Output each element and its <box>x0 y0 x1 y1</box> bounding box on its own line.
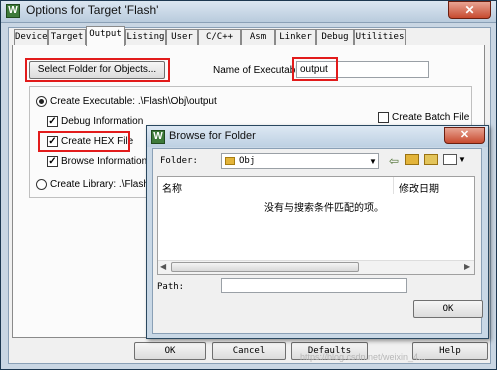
browse-ok-button[interactable]: OK <box>413 300 483 318</box>
scroll-left-icon[interactable]: ◀ <box>160 262 166 271</box>
create-library-radio[interactable] <box>36 179 47 190</box>
highlight-select-folder <box>25 58 170 82</box>
tab-listing[interactable]: Listing <box>125 29 166 45</box>
highlight-create-hex <box>38 131 130 152</box>
browse-info-label: Browse Information <box>61 156 148 167</box>
browse-info-checkbox[interactable]: ✓ <box>47 156 58 167</box>
tab-target[interactable]: Target <box>48 29 86 45</box>
scroll-right-icon[interactable]: ▶ <box>464 262 470 271</box>
tab-asm[interactable]: Asm <box>241 29 275 45</box>
view-menu-icon[interactable] <box>443 154 457 165</box>
path-label: Path: <box>157 282 185 292</box>
folder-icon <box>225 157 235 165</box>
folder-label: Folder: <box>160 156 198 166</box>
chevron-down-icon[interactable]: ▼ <box>369 157 377 166</box>
app-icon: W <box>6 4 20 18</box>
tab-c-cpp[interactable]: C/C++ <box>198 29 241 45</box>
ok-button[interactable]: OK <box>134 342 206 360</box>
create-executable-label: Create Executable: .\Flash\Obj\output <box>50 96 217 107</box>
tab-linker[interactable]: Linker <box>275 29 316 45</box>
tab-user[interactable]: User <box>166 29 198 45</box>
path-input[interactable] <box>221 278 407 293</box>
create-executable-radio[interactable] <box>36 96 47 107</box>
browse-close-button[interactable]: ✕ <box>444 127 485 144</box>
tab-debug[interactable]: Debug <box>316 29 354 45</box>
watermark: https://blog.csdn.net/weixin_4... <box>300 352 426 362</box>
create-batch-checkbox[interactable] <box>378 112 389 123</box>
tab-output[interactable]: Output <box>86 26 125 46</box>
column-divider <box>393 177 394 194</box>
tab-utilities[interactable]: Utilities <box>354 29 406 45</box>
browse-app-icon: W <box>151 130 165 144</box>
up-folder-icon[interactable] <box>405 154 419 165</box>
cancel-button[interactable]: Cancel <box>212 342 286 360</box>
browse-title: Browse for Folder <box>169 130 256 142</box>
debug-info-label: Debug Information <box>61 116 144 127</box>
new-folder-icon[interactable] <box>424 154 438 165</box>
close-button[interactable]: ✕ <box>448 1 491 19</box>
highlight-executable-name <box>292 57 338 81</box>
folder-value: Obj <box>239 156 256 166</box>
column-modified[interactable]: 修改日期 <box>399 180 439 195</box>
empty-message: 没有与搜索条件匹配的项。 <box>264 203 384 214</box>
debug-info-checkbox[interactable]: ✓ <box>47 116 58 127</box>
tab-device[interactable]: Device <box>14 29 48 45</box>
create-batch-label: Create Batch File <box>392 112 470 123</box>
back-arrow-icon[interactable]: ⇦ <box>389 154 399 168</box>
scroll-thumb[interactable] <box>171 262 359 272</box>
view-chevron-icon[interactable]: ▼ <box>458 155 466 164</box>
window-title: Options for Target 'Flash' <box>26 3 159 17</box>
column-name[interactable]: 名称 <box>162 180 182 195</box>
